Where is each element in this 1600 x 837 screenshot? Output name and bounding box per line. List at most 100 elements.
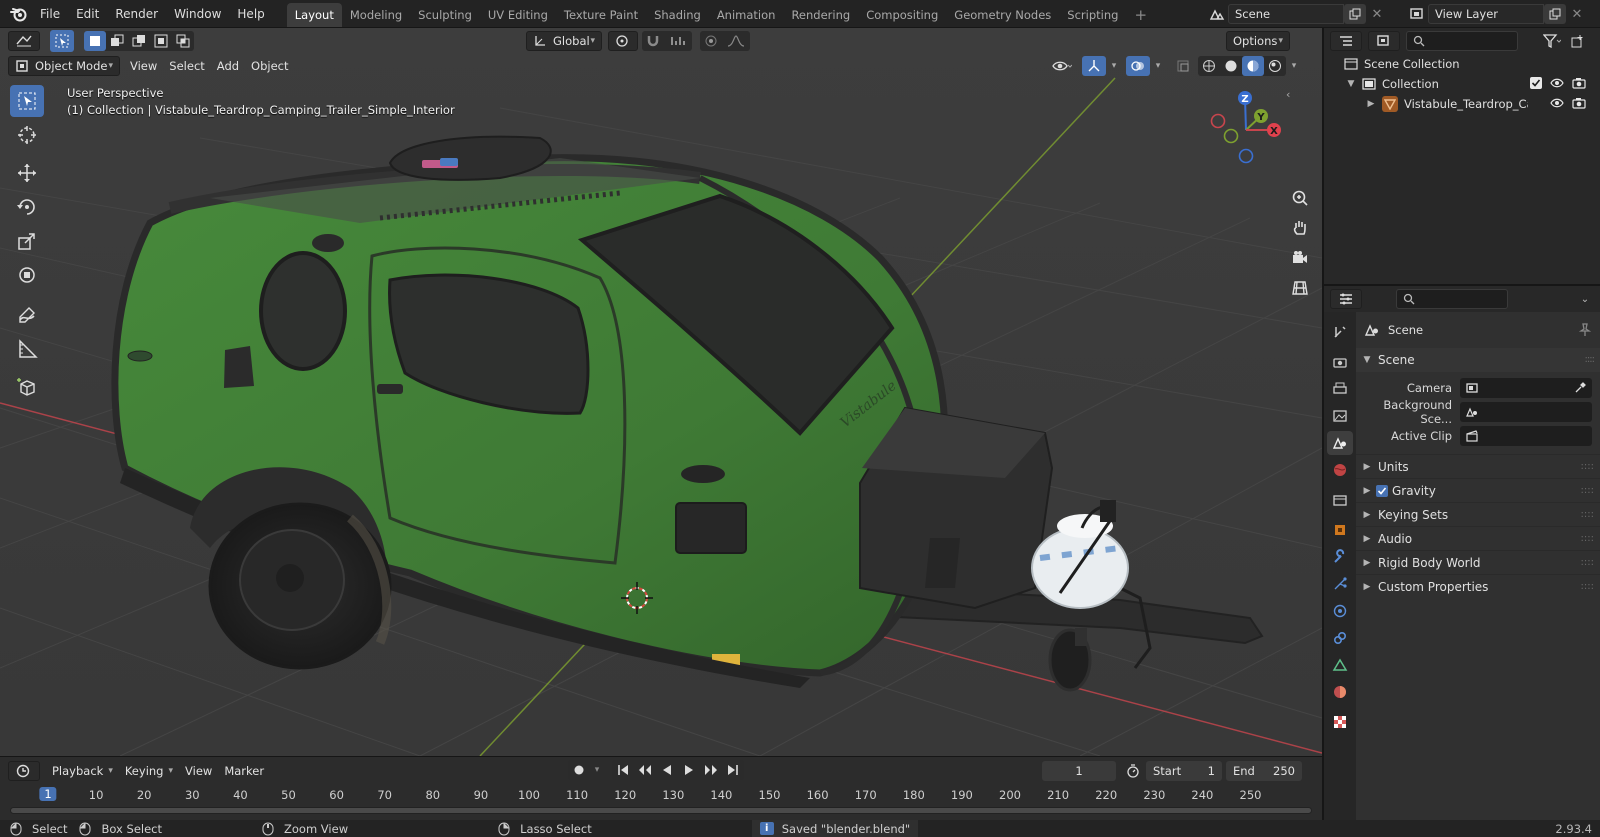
scene-name-field[interactable]: Scene [1228, 4, 1344, 24]
outliner-search-input[interactable] [1406, 31, 1518, 51]
gravity-checkbox[interactable] [1376, 484, 1388, 497]
tool-select-box[interactable] [10, 85, 44, 117]
tab-modeling[interactable]: Modeling [342, 3, 410, 27]
chevron-down-icon[interactable]: ▾ [1150, 56, 1166, 76]
scrollbar-thumb[interactable] [11, 808, 1311, 813]
tab-animation[interactable]: Animation [709, 3, 784, 27]
tab-rendering[interactable]: Rendering [783, 3, 858, 27]
camera-field[interactable] [1460, 378, 1592, 398]
render-camera-icon[interactable] [1572, 77, 1586, 89]
drag-handle-icon[interactable]: :::: [1581, 557, 1594, 568]
3d-viewport[interactable]: Vistabule Global ▾ Options ▾ Object Mode… [0, 28, 1322, 756]
pan-hand-icon[interactable] [1286, 214, 1314, 242]
tab-texture-properties[interactable] [1327, 710, 1353, 734]
outliner-object-row[interactable]: ▶ Vistabule_Teardrop_Camp [1324, 94, 1600, 114]
select-invert-icon[interactable] [150, 31, 172, 51]
tool-cursor[interactable] [10, 119, 44, 151]
tab-sculpting[interactable]: Sculpting [410, 3, 480, 27]
chevron-down-icon[interactable]: ▼ [1344, 79, 1358, 89]
pivot-point-dropdown[interactable] [608, 31, 638, 51]
new-collection-icon[interactable] [1566, 31, 1588, 51]
exclude-checkbox[interactable] [1530, 77, 1542, 89]
menu-file[interactable]: File [32, 0, 68, 28]
options-dropdown[interactable]: Options ▾ [1226, 31, 1290, 51]
show-gizmo-icon[interactable] [1082, 56, 1106, 76]
tool-move[interactable] [10, 157, 44, 189]
tab-scene-properties[interactable] [1327, 431, 1353, 455]
properties-search-input[interactable] [1396, 289, 1508, 309]
menu-window[interactable]: Window [166, 0, 229, 28]
wireframe-shading-icon[interactable] [1198, 56, 1220, 76]
tab-layout[interactable]: Layout [286, 2, 342, 27]
tab-constraint-properties[interactable] [1327, 626, 1353, 650]
blender-logo-icon[interactable] [6, 4, 32, 24]
camera-view-icon[interactable] [1286, 244, 1314, 272]
pin-icon[interactable] [1578, 323, 1592, 337]
drag-handle-icon[interactable]: :::: [1581, 581, 1594, 592]
menu-view[interactable]: View [124, 56, 163, 76]
select-extend-icon[interactable] [106, 31, 128, 51]
drag-handle-icon[interactable]: :::: [1581, 485, 1594, 496]
scene-icon[interactable] [1206, 4, 1228, 24]
sidebar-toggle-chevron-icon[interactable]: ‹ [1286, 88, 1290, 101]
units-subpanel[interactable]: ▶ Units :::: [1356, 454, 1600, 478]
tab-data-properties[interactable] [1327, 653, 1353, 677]
duplicate-scene-icon[interactable] [1344, 4, 1366, 24]
outliner-collection-row[interactable]: ▼ Collection [1324, 74, 1600, 94]
tab-tool-properties[interactable] [1327, 320, 1353, 344]
tool-add-cube[interactable] [10, 371, 44, 403]
tool-measure[interactable] [10, 333, 44, 365]
chevron-down-icon[interactable]: ▾ [1286, 56, 1302, 76]
tab-geometry-nodes[interactable]: Geometry Nodes [946, 3, 1059, 27]
select-mode-tweak-button[interactable] [50, 30, 74, 52]
select-intersect-icon[interactable] [172, 31, 194, 51]
audio-subpanel[interactable]: ▶ Audio :::: [1356, 526, 1600, 550]
object-mode-dropdown[interactable]: Object Mode ▾ [8, 56, 120, 76]
delete-scene-icon[interactable]: ✕ [1366, 4, 1388, 24]
background-scene-field[interactable] [1460, 402, 1592, 422]
visibility-eye-icon[interactable] [1046, 56, 1078, 76]
tool-rotate[interactable] [10, 191, 44, 223]
transform-orientation-dropdown[interactable]: Global ▾ [526, 31, 602, 51]
add-workspace-button[interactable]: + [1126, 3, 1155, 27]
custom-properties-subpanel[interactable]: ▶ Custom Properties :::: [1356, 574, 1600, 598]
menu-help[interactable]: Help [229, 0, 272, 28]
tab-render-properties[interactable] [1327, 350, 1353, 374]
chevron-down-icon[interactable]: ⌄ [1576, 289, 1594, 309]
menu-render[interactable]: Render [107, 0, 166, 28]
tab-output-properties[interactable] [1327, 377, 1353, 401]
scene-panel-header[interactable]: ▼ Scene :::: [1356, 348, 1600, 372]
keying-sets-subpanel[interactable]: ▶ Keying Sets :::: [1356, 502, 1600, 526]
tab-material-properties[interactable] [1327, 680, 1353, 704]
tab-particle-properties[interactable] [1327, 572, 1353, 596]
zoom-magnifier-icon[interactable] [1286, 184, 1314, 212]
tool-transform[interactable] [10, 259, 44, 291]
material-preview-shading-icon[interactable] [1242, 56, 1264, 76]
tab-modifier-properties[interactable] [1327, 545, 1353, 569]
select-new-icon[interactable] [84, 31, 106, 51]
magnet-icon[interactable] [642, 31, 664, 51]
chevron-down-icon[interactable]: ▾ [1106, 56, 1122, 76]
gravity-subpanel[interactable]: ▶ Gravity :::: [1356, 478, 1600, 502]
navigation-gizmo[interactable]: Z Y X [1210, 86, 1290, 166]
delete-view-layer-icon[interactable]: ✕ [1566, 4, 1588, 24]
tool-annotate[interactable] [10, 299, 44, 331]
menu-edit[interactable]: Edit [68, 0, 107, 28]
tab-uv-editing[interactable]: UV Editing [480, 3, 556, 27]
select-subtract-icon[interactable] [128, 31, 150, 51]
tab-view-layer-properties[interactable] [1327, 404, 1353, 428]
tab-world-properties[interactable] [1327, 458, 1353, 482]
tab-physics-properties[interactable] [1327, 599, 1353, 623]
report-message[interactable]: i Saved "blender.blend" [751, 820, 919, 837]
active-clip-field[interactable] [1460, 426, 1592, 446]
rigid-body-world-subpanel[interactable]: ▶ Rigid Body World :::: [1356, 550, 1600, 574]
tab-texture-paint[interactable]: Texture Paint [556, 3, 646, 27]
view-layer-field[interactable]: View Layer [1428, 4, 1544, 24]
properties-editor-type-button[interactable] [1330, 289, 1362, 309]
snap-target-icon[interactable] [664, 31, 692, 51]
proportional-edit-icon[interactable] [700, 31, 722, 51]
tab-compositing[interactable]: Compositing [858, 3, 946, 27]
rendered-shading-icon[interactable] [1264, 56, 1286, 76]
xray-toggle-icon[interactable] [1172, 56, 1194, 76]
outliner-editor-type-button[interactable] [1330, 31, 1362, 51]
